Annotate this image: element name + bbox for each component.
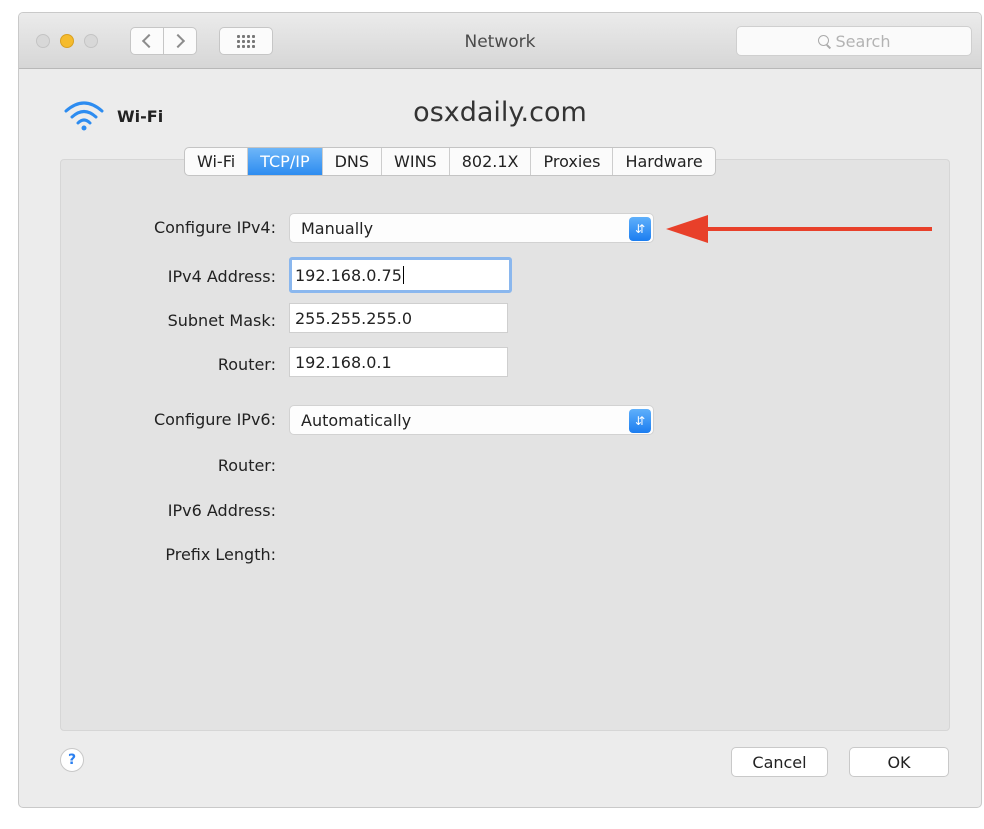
tab-proxies[interactable]: Proxies [531, 148, 614, 175]
annotation-arrow-icon [666, 215, 932, 243]
prefix-length-label: Prefix Length: [165, 545, 276, 564]
configure-ipv6-popup[interactable]: Automatically ⇵ [289, 405, 654, 435]
search-field[interactable]: Search [736, 26, 972, 56]
ipv6-router-label: Router: [217, 456, 276, 475]
ipv4-address-field[interactable]: 192.168.0.75 [289, 257, 512, 293]
tab-hardware[interactable]: Hardware [613, 148, 714, 175]
ipv4-address-value: 192.168.0.75 [295, 265, 402, 285]
network-preferences-window: Network Search Wi-Fi osxdaily.com Wi-Fi … [18, 12, 982, 808]
ipv4-router-value: 192.168.0.1 [295, 352, 392, 372]
configure-ipv4-value: Manually [301, 218, 374, 238]
configure-ipv4-label: Configure IPv4: [153, 218, 276, 237]
cancel-button[interactable]: Cancel [731, 747, 828, 777]
search-icon [817, 35, 830, 47]
ipv4-router-label: Router: [217, 355, 276, 374]
tab-dns[interactable]: DNS [323, 148, 383, 175]
popup-arrows-icon: ⇵ [629, 217, 651, 241]
tab-8021x[interactable]: 802.1X [450, 148, 532, 175]
configure-ipv6-label: Configure IPv6: [153, 410, 276, 429]
search-placeholder: Search [835, 31, 891, 51]
ok-button[interactable]: OK [849, 747, 949, 777]
tab-wins[interactable]: WINS [382, 148, 450, 175]
subnet-mask-value: 255.255.255.0 [295, 308, 413, 328]
location-name: osxdaily.com [413, 97, 587, 128]
configure-ipv4-popup[interactable]: Manually ⇵ [289, 213, 654, 243]
ipv4-router-field[interactable]: 192.168.0.1 [289, 347, 508, 377]
subnet-mask-label: Subnet Mask: [167, 311, 276, 330]
text-caret [402, 266, 404, 284]
ipv6-address-label: IPv6 Address: [167, 501, 276, 520]
configure-ipv6-value: Automatically [301, 410, 412, 430]
help-button[interactable]: ? [60, 748, 84, 772]
popup-arrows-icon: ⇵ [629, 409, 651, 433]
ipv4-address-label: IPv4 Address: [167, 267, 276, 286]
tab-bar: Wi-Fi TCP/IP DNS WINS 802.1X Proxies Har… [184, 147, 716, 176]
tab-tcpip[interactable]: TCP/IP [248, 148, 323, 175]
tab-wifi[interactable]: Wi-Fi [185, 148, 249, 175]
subnet-mask-field[interactable]: 255.255.255.0 [289, 303, 508, 333]
title-bar: Network Search [19, 13, 981, 69]
